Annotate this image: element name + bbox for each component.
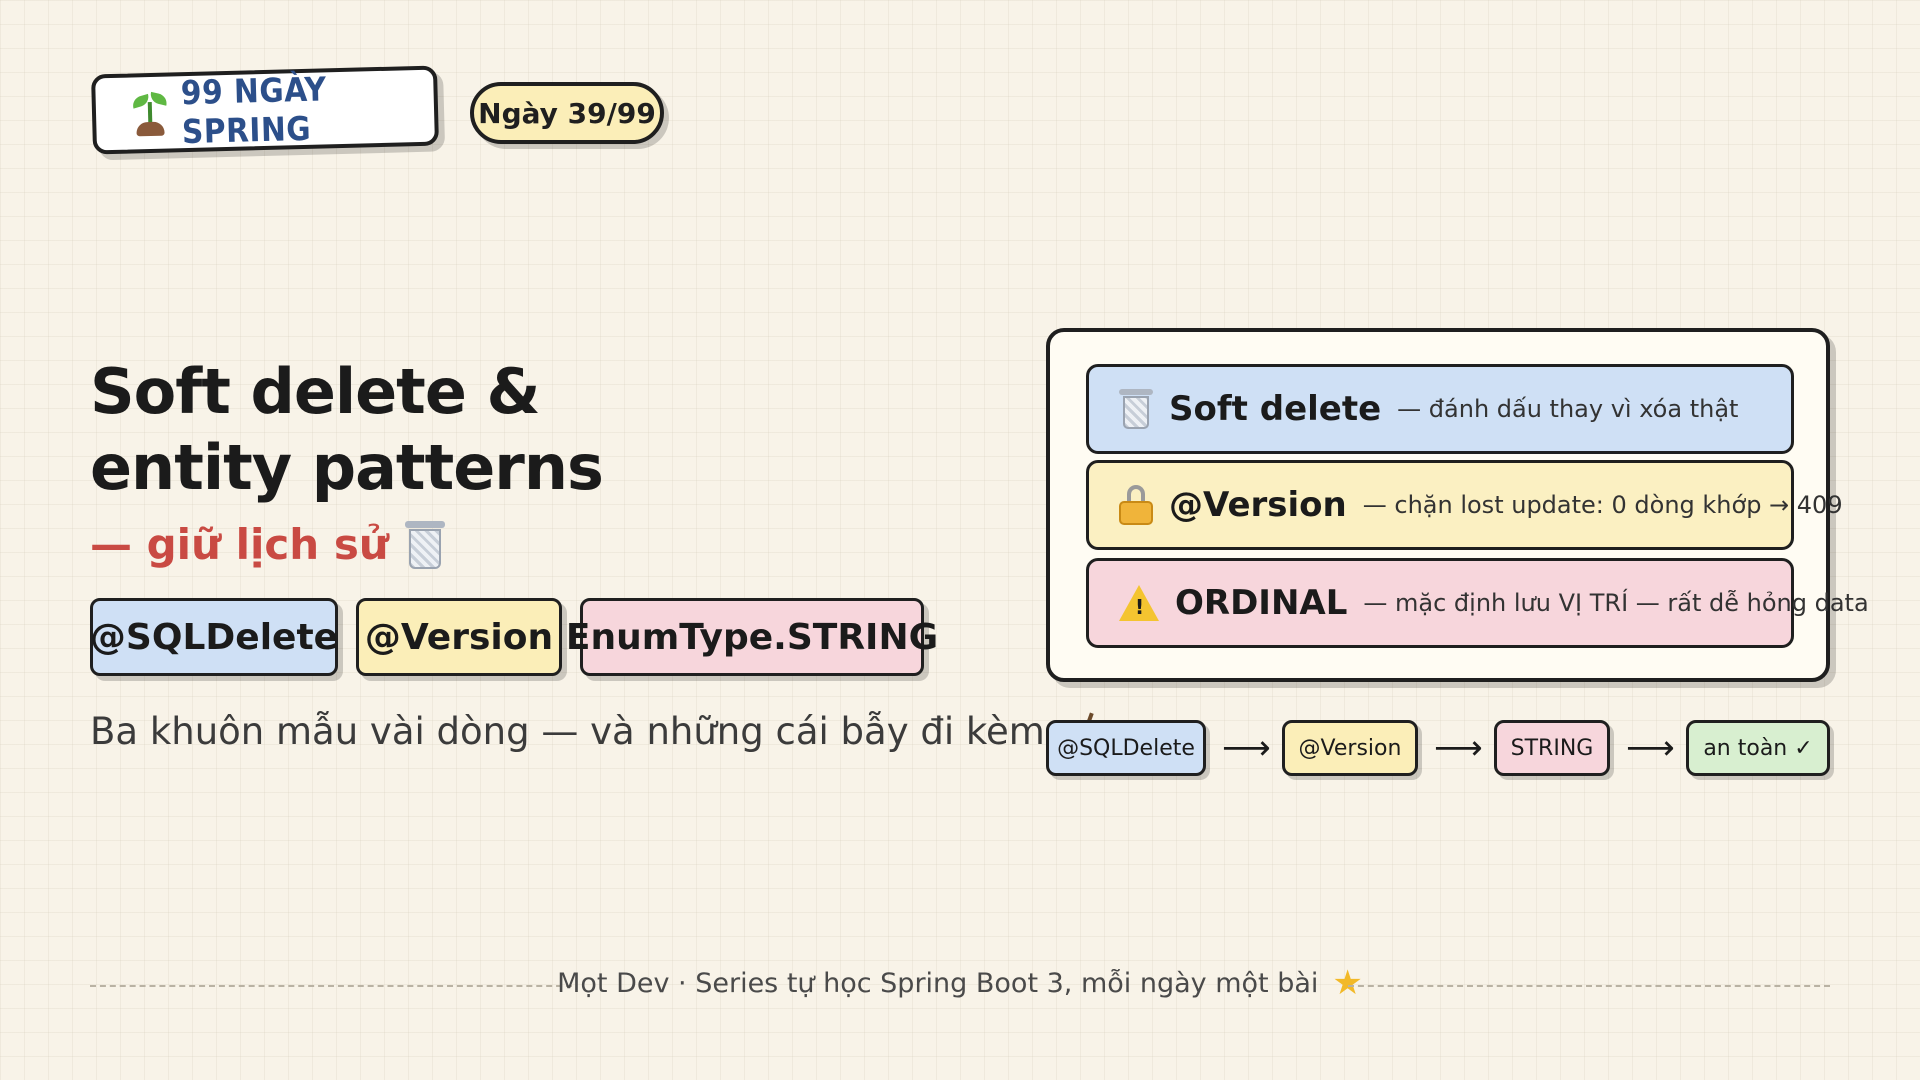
pattern-desc: — mặc định lưu VỊ TRÍ — rất dễ hỏng data — [1363, 589, 1869, 617]
footer-divider-left — [90, 985, 572, 987]
chip-version: @Version — [356, 598, 562, 676]
pattern-desc: — đánh dấu thay vì xóa thật — [1397, 395, 1739, 423]
pattern-title: @Version — [1169, 485, 1347, 525]
subtitle: — giữ lịch sử — [90, 520, 445, 569]
flow-step-safe: an toàn ✓ — [1686, 720, 1830, 776]
pattern-row-soft-delete: Soft delete — đánh dấu thay vì xóa thật — [1086, 364, 1794, 454]
chip-enumtype-string: EnumType.STRING — [566, 598, 938, 676]
trash-icon — [1119, 389, 1153, 429]
pattern-row-ordinal: ! ORDINAL — mặc định lưu VỊ TRÍ — rất dễ… — [1086, 558, 1869, 648]
pattern-title: ORDINAL — [1175, 583, 1348, 623]
tagline-text: Ba khuôn mẫu vài dòng — và những cái bẫy… — [90, 710, 1045, 753]
chip-sqldelete: @SQLDelete — [90, 598, 338, 676]
flow-step-version: @Version — [1282, 720, 1418, 776]
pattern-desc: — chặn lost update: 0 dòng khớp → 409 — [1362, 491, 1843, 519]
flow-arrow-icon: ⟶ — [1626, 728, 1675, 768]
lock-icon — [1119, 485, 1153, 525]
series-badge: 99 NGÀY SPRING — [91, 65, 439, 155]
tagline: Ba khuôn mẫu vài dòng — và những cái bẫy… — [90, 710, 1107, 753]
title-line-2: entity patterns — [90, 431, 604, 504]
series-label: 99 NGÀY SPRING — [180, 69, 328, 152]
flow-arrow-icon: ⟶ — [1222, 728, 1271, 768]
patterns-panel: Soft delete — đánh dấu thay vì xóa thật … — [1046, 328, 1869, 682]
pattern-row-version: @Version — chặn lost update: 0 dòng khớp… — [1086, 460, 1843, 550]
pattern-title: Soft delete — [1169, 389, 1382, 429]
subtitle-text: — giữ lịch sử — [90, 520, 389, 569]
flow-arrow-icon: ⟶ — [1434, 728, 1483, 768]
flow-step-sqldelete: @SQLDelete — [1046, 720, 1206, 776]
footer-divider-right — [1348, 985, 1830, 987]
flow-step-string: STRING — [1494, 720, 1610, 776]
title-line-1: Soft delete & — [90, 355, 541, 428]
trash-icon — [404, 520, 445, 569]
page-title: Soft delete & entity patterns — [90, 354, 604, 506]
day-badge: Ngày 39/99 — [470, 82, 664, 144]
footer-text: Mọt Dev · Series tự học Spring Boot 3, m… — [557, 967, 1319, 999]
sprout-icon — [129, 90, 169, 137]
star-icon: ★ — [1332, 963, 1363, 1003]
footer: Mọt Dev · Series tự học Spring Boot 3, m… — [557, 966, 1363, 1000]
warning-icon: ! — [1119, 585, 1159, 621]
